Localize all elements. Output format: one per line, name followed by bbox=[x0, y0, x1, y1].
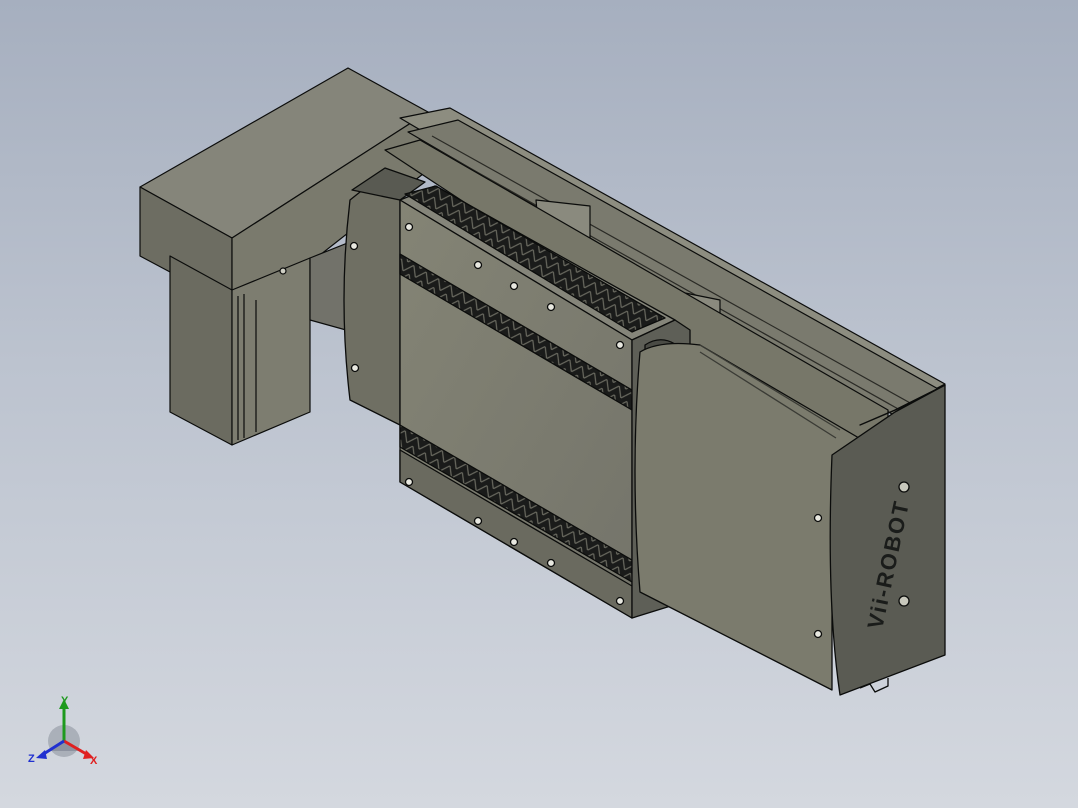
z-axis-label: Z bbox=[28, 753, 35, 765]
motor-body-front bbox=[169, 255, 233, 446]
orientation-triad[interactable]: Y X Z bbox=[28, 695, 104, 771]
x-axis-label: X bbox=[90, 755, 98, 767]
cad-viewport[interactable]: Vii-ROBOT Y X Z bbox=[0, 0, 1078, 808]
linear-module-model[interactable]: Vii-ROBOT bbox=[0, 0, 1078, 808]
y-axis-label: Y bbox=[61, 695, 69, 707]
